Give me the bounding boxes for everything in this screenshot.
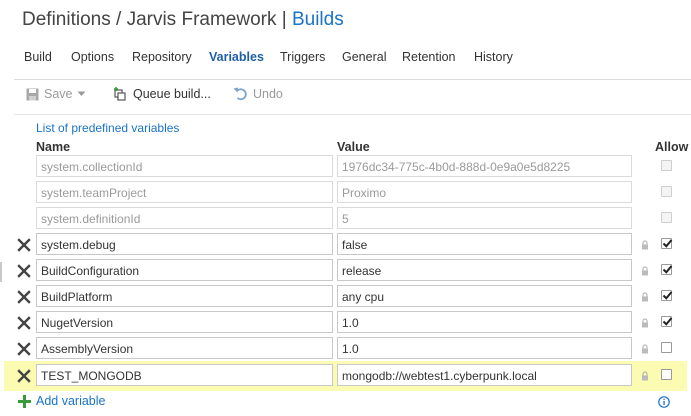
allow-at-queue-checkbox[interactable] (661, 264, 673, 275)
queue-build-button[interactable]: Queue build... (113, 87, 211, 101)
info-icon[interactable] (658, 396, 670, 408)
delete-icon[interactable] (17, 238, 31, 252)
delete-icon[interactable] (17, 264, 31, 278)
save-label: Save (44, 87, 73, 101)
lock-icon[interactable] (641, 344, 649, 354)
table-row: system.debug false (0, 233, 691, 257)
variable-name-field[interactable]: system.debug (36, 233, 333, 255)
allow-at-queue-checkbox[interactable] (661, 290, 673, 301)
variable-name-field: system.teamProject (36, 181, 333, 203)
column-header-name: Name (36, 140, 71, 154)
lock-icon[interactable] (641, 240, 649, 250)
variable-value-field[interactable]: any cpu (337, 285, 632, 307)
table-row: system.teamProject Proximo (0, 181, 691, 205)
queue-build-icon (114, 87, 126, 101)
chevron-down-icon (77, 91, 85, 96)
delete-icon[interactable] (17, 316, 31, 330)
allow-at-queue-checkbox (661, 160, 672, 171)
queue-build-label: Queue build... (133, 87, 211, 101)
variable-value-field[interactable]: mongodb://webtest1.cyberpunk.local (337, 364, 632, 386)
lock-icon[interactable] (641, 292, 649, 302)
variable-value-field[interactable]: 1.0 (337, 311, 632, 333)
variable-value-field[interactable]: 1.0 (337, 337, 632, 359)
undo-icon (233, 87, 247, 101)
delete-icon[interactable] (17, 369, 31, 383)
checkmark-icon (662, 265, 673, 274)
tab-variables[interactable]: Variables (209, 50, 264, 64)
toolbar-top-divider (14, 79, 691, 80)
column-header-value: Value (337, 140, 370, 154)
page-title: Definitions / Jarvis Framework | Builds (22, 9, 344, 31)
breadcrumb-definitions[interactable]: Definitions (22, 9, 111, 30)
lock-icon[interactable] (641, 371, 649, 381)
variable-value-field: Proximo (337, 181, 632, 203)
lock-icon[interactable] (641, 266, 649, 276)
variable-name-field[interactable]: NugetVersion (36, 311, 333, 333)
allow-at-queue-checkbox (661, 212, 672, 223)
table-row: system.collectionId 1976dc34-775c-4b0d-88… (0, 155, 691, 179)
table-row: AssemblyVersion 1.0 (0, 337, 691, 361)
tab-retention[interactable]: Retention (402, 50, 456, 64)
table-row: TEST_MONGODB mongodb://webtest1.cyberpunk… (0, 364, 691, 388)
allow-at-queue-checkbox[interactable] (661, 342, 672, 353)
variable-value-field[interactable]: release (337, 259, 632, 281)
tab-general[interactable]: General (342, 50, 386, 64)
breadcrumb-project: Jarvis Framework (126, 9, 277, 30)
delete-icon[interactable] (17, 342, 31, 356)
tab-history[interactable]: History (474, 50, 513, 64)
checkmark-icon (662, 317, 673, 326)
variable-name-field[interactable]: BuildPlatform (36, 285, 333, 307)
allow-at-queue-checkbox[interactable] (661, 238, 673, 249)
table-row: BuildConfiguration release (0, 259, 691, 283)
variable-name-field[interactable]: BuildConfiguration (36, 259, 333, 281)
variable-name-field[interactable]: TEST_MONGODB (36, 364, 333, 386)
add-variable-button[interactable]: Add variable (18, 394, 106, 408)
allow-at-queue-checkbox[interactable] (661, 369, 672, 380)
allow-at-queue-checkbox (661, 186, 672, 197)
predefined-variables-link[interactable]: List of predefined variables (36, 121, 179, 135)
tab-repository[interactable]: Repository (132, 50, 192, 64)
save-button[interactable]: Save (26, 87, 86, 101)
builds-link[interactable]: Builds (292, 9, 344, 30)
variable-value-field: 5 (337, 207, 632, 229)
variable-value-field[interactable]: false (337, 233, 632, 255)
variable-value-field: 1976dc34-775c-4b0d-888d-0e9a0e5d8225 (337, 155, 632, 177)
table-row: system.definitionId 5 (0, 207, 691, 231)
delete-icon[interactable] (17, 290, 31, 304)
tab-options[interactable]: Options (71, 50, 114, 64)
undo-label: Undo (253, 87, 283, 101)
tab-triggers[interactable]: Triggers (280, 50, 325, 64)
checkmark-icon (662, 291, 673, 300)
table-row: NugetVersion 1.0 (0, 311, 691, 335)
column-header-allow: Allow (655, 140, 689, 154)
title-divider: | (281, 9, 287, 30)
variable-name-field: system.collectionId (36, 155, 333, 177)
plus-icon (18, 394, 31, 408)
breadcrumb-separator: / (116, 9, 122, 30)
floppy-disk-icon (26, 88, 39, 100)
lock-icon[interactable] (641, 318, 649, 328)
allow-at-queue-checkbox[interactable] (661, 316, 673, 327)
variable-name-field: system.definitionId (36, 207, 333, 229)
tab-build[interactable]: Build (24, 50, 52, 64)
table-row: BuildPlatform any cpu (0, 285, 691, 309)
toolbar-bottom-divider (14, 114, 691, 115)
add-variable-label: Add variable (36, 394, 106, 408)
undo-button[interactable]: Undo (233, 87, 283, 101)
checkmark-icon (662, 239, 673, 248)
variable-name-field[interactable]: AssemblyVersion (36, 337, 333, 359)
